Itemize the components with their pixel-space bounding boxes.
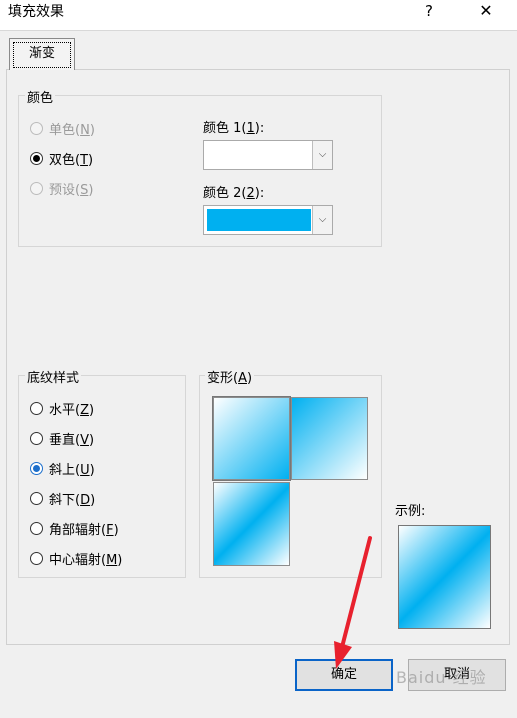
radio-from-corner-circle[interactable] (30, 521, 43, 535)
radio-preset[interactable]: 预设(S) (30, 178, 93, 198)
radio-from-center[interactable]: 中心辐射(M) (30, 548, 122, 568)
radio-vertical-circle[interactable] (30, 431, 43, 445)
radio-two-color-circle[interactable] (30, 151, 43, 165)
radio-two-color[interactable]: 双色(T) (30, 148, 93, 168)
radio-diagonal-up-circle[interactable] (30, 461, 43, 475)
help-button[interactable]: ? (418, 0, 440, 22)
close-button[interactable]: ✕ (474, 0, 498, 22)
color2-label: 颜色 2(2): (203, 186, 265, 201)
sample-preview (398, 525, 491, 629)
color2-dropdown[interactable]: ⌵ (203, 205, 333, 235)
radio-horizontal[interactable]: 水平(Z) (30, 398, 94, 418)
annotation-arrow-icon (334, 536, 372, 669)
radio-two-color-label: 双色(T) (49, 152, 94, 168)
color1-swatch (207, 144, 311, 166)
variant-2[interactable] (291, 397, 368, 480)
radio-one-color-circle[interactable] (30, 121, 43, 135)
colors-group-label: 颜色 (25, 87, 56, 106)
watermark: Baidu 经验 (396, 668, 487, 687)
radio-horizontal-label: 水平(Z) (49, 402, 95, 418)
color1-label: 颜色 1(1): (203, 121, 265, 136)
dialog-title: 填充效果 (8, 4, 64, 20)
radio-diagonal-down-circle[interactable] (30, 491, 43, 505)
variants-label: 变形(A) (205, 367, 255, 386)
radio-one-color[interactable]: 单色(N) (30, 118, 95, 138)
radio-diagonal-up[interactable]: 斜上(U) (30, 458, 95, 478)
radio-preset-circle[interactable] (30, 181, 43, 195)
radio-horizontal-circle[interactable] (30, 401, 43, 415)
chevron-down-icon[interactable]: ⌵ (312, 206, 332, 234)
chevron-down-icon[interactable]: ⌵ (312, 141, 332, 169)
radio-diagonal-up-label: 斜上(U) (49, 462, 95, 478)
variant-3[interactable] (213, 482, 290, 566)
radio-preset-label: 预设(S) (49, 182, 94, 198)
color1-dropdown[interactable]: ⌵ (203, 140, 333, 170)
tab-gradient-label: 渐变 (13, 42, 71, 68)
radio-diagonal-down[interactable]: 斜下(D) (30, 488, 95, 508)
tab-gradient[interactable]: 渐变 (9, 38, 75, 70)
variant-1[interactable] (212, 396, 291, 481)
radio-from-center-circle[interactable] (30, 551, 43, 565)
color2-swatch (207, 209, 311, 231)
radio-vertical-label: 垂直(V) (49, 432, 95, 448)
radio-from-corner-label: 角部辐射(F) (49, 522, 119, 538)
radio-diagonal-down-label: 斜下(D) (49, 492, 96, 508)
sample-label: 示例: (395, 504, 426, 519)
radio-one-color-label: 单色(N) (49, 122, 95, 138)
radio-from-center-label: 中心辐射(M) (49, 552, 123, 568)
radio-from-corner[interactable]: 角部辐射(F) (30, 518, 119, 538)
radio-vertical[interactable]: 垂直(V) (30, 428, 94, 448)
title-divider (0, 30, 517, 31)
shading-styles-label: 底纹样式 (25, 367, 82, 386)
